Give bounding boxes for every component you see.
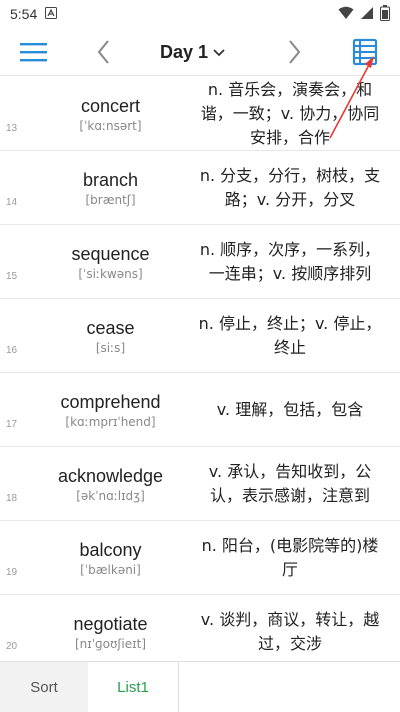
hamburger-menu-icon[interactable] xyxy=(20,40,48,64)
word-phonetic: [siːs] xyxy=(95,340,126,355)
word-text: negotiate xyxy=(73,613,148,634)
list-view-icon[interactable] xyxy=(350,37,380,67)
tab-sort[interactable]: Sort xyxy=(0,662,88,712)
word-definition: v. 理解，包括，包含 xyxy=(216,400,364,419)
word-phonetic: [nɪˈɡoʊʃieɪt] xyxy=(74,636,146,651)
word-text: concert xyxy=(80,95,141,116)
word-index: 19 xyxy=(6,567,18,578)
word-phonetic: [ˈbælkəni] xyxy=(80,562,141,577)
word-index: 18 xyxy=(6,493,18,504)
tab-list1[interactable]: List1 xyxy=(88,662,179,712)
word-text: comprehend xyxy=(60,391,161,412)
word-index: 15 xyxy=(6,271,18,282)
top-toolbar: Day 1 xyxy=(0,28,400,76)
word-phonetic: [ˈsiːkwəns] xyxy=(78,266,143,281)
word-text: branch xyxy=(82,169,139,190)
bottom-tab-bar: Sort List1 xyxy=(0,661,400,712)
word-index: 16 xyxy=(6,345,18,356)
word-definition: n. 阳台，(电影院等的)楼厅 xyxy=(201,536,379,579)
word-index: 17 xyxy=(6,419,18,430)
chevron-down-icon xyxy=(212,42,226,63)
list-item[interactable]: 14 branch [bræntʃ] n. 分支，分行，树枝，支路；v. 分开，分… xyxy=(0,151,400,225)
word-text: cease xyxy=(86,317,135,338)
list-item[interactable]: 15 sequence [ˈsiːkwəns] n. 顺序，次序，一系列，一连串；… xyxy=(0,225,400,299)
list-item[interactable]: 16 cease [siːs] n. 停止，终止；v. 停止，终止 xyxy=(0,299,400,373)
word-definition: n. 停止，终止；v. 停止，终止 xyxy=(198,314,382,357)
day-selector[interactable]: Day 1 xyxy=(160,38,226,66)
word-phonetic: [bræntʃ] xyxy=(85,192,136,207)
word-text: balcony xyxy=(79,539,142,560)
status-bar: 5:54 xyxy=(0,0,400,28)
day-label: Day 1 xyxy=(160,41,209,62)
word-index: 13 xyxy=(6,123,18,134)
word-index: 20 xyxy=(6,641,18,652)
list-item[interactable]: 20 negotiate [nɪˈɡoʊʃieɪt] v. 谈判，商议，转让，越过… xyxy=(0,595,400,661)
word-text: sequence xyxy=(71,243,150,264)
battery-icon xyxy=(380,4,390,24)
word-index: 14 xyxy=(6,197,18,208)
list-item[interactable]: 13 concert [ˈkɑːnsərt] n. 音乐会，演奏会，和谐，一致；v… xyxy=(0,77,400,151)
status-time: 5:54 xyxy=(10,6,38,22)
word-definition: n. 分支，分行，树枝，支路；v. 分开，分叉 xyxy=(199,166,381,209)
notification-icon xyxy=(45,6,58,22)
word-text: acknowledge xyxy=(57,465,164,486)
word-phonetic: [əkˈnɑːlɪdʒ] xyxy=(76,488,145,503)
list-item[interactable]: 17 comprehend [kɑːmprɪˈhend] v. 理解，包括，包含 xyxy=(0,373,400,447)
list-item[interactable]: 18 acknowledge [əkˈnɑːlɪdʒ] v. 承认，告知收到，公认… xyxy=(0,447,400,521)
word-phonetic: [ˈkɑːnsərt] xyxy=(79,118,142,133)
wifi-icon xyxy=(338,6,354,23)
word-list[interactable]: 13 concert [ˈkɑːnsərt] n. 音乐会，演奏会，和谐，一致；v… xyxy=(0,77,400,661)
word-definition: n. 音乐会，演奏会，和谐，一致；v. 协力，协同安排，合作 xyxy=(200,80,380,147)
word-definition: v. 谈判，商议，转让，越过，交涉 xyxy=(200,610,380,653)
chevron-left-icon[interactable] xyxy=(94,38,114,66)
word-definition: v. 承认，告知收到，公认，表示感谢，注意到 xyxy=(208,462,372,505)
signal-icon xyxy=(360,6,374,23)
word-definition: n. 顺序，次序，一系列，一连串；v. 按顺序排列 xyxy=(199,240,381,283)
list-item[interactable]: 19 balcony [ˈbælkəni] n. 阳台，(电影院等的)楼厅 xyxy=(0,521,400,595)
word-phonetic: [kɑːmprɪˈhend] xyxy=(65,414,156,429)
chevron-right-icon[interactable] xyxy=(284,38,304,66)
